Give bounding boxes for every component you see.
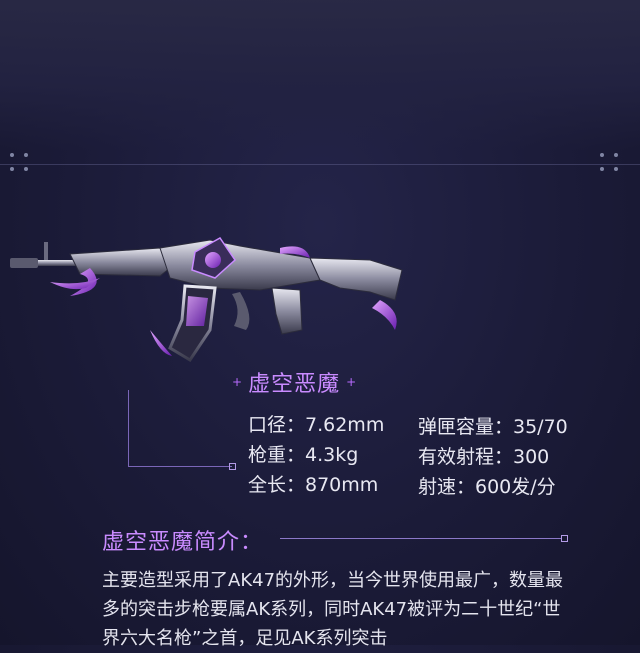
bracket-square-icon: [229, 463, 236, 470]
bracket-horizontal-line: [128, 466, 232, 467]
intro-text: 主要造型采用了AK47的外形，当今世界使用最广，数量最多的突击步枪要属AK系列，…: [102, 570, 564, 649]
weapon-title-row: + 虚空恶魔 +: [226, 366, 362, 398]
weapon-title: 虚空恶魔: [248, 372, 341, 397]
bracket-vertical-line: [128, 390, 129, 466]
intro-square-icon: [561, 535, 568, 542]
stat-caliber: 口径：7.62mm: [248, 414, 385, 436]
divider-line: [0, 164, 640, 165]
stat-length: 全长：870mm: [248, 474, 379, 496]
intro-heading: 虚空恶魔简介：: [102, 530, 264, 555]
decor-dots-left: [10, 153, 40, 175]
intro-heading-line: [280, 538, 562, 539]
decor-dots-right: [600, 153, 630, 175]
weapon-image: [10, 237, 403, 363]
decor-plus-left: +: [232, 375, 243, 389]
stat-weight: 枪重：4.3kg: [248, 444, 359, 466]
stat-range: 有效射程：300: [418, 446, 550, 468]
stat-magazine: 弹匣容量：35/70: [418, 416, 568, 438]
top-texture-band: [0, 0, 640, 150]
decor-plus-right: +: [346, 375, 357, 389]
stat-fire-rate: 射速：600发/分: [418, 476, 556, 498]
